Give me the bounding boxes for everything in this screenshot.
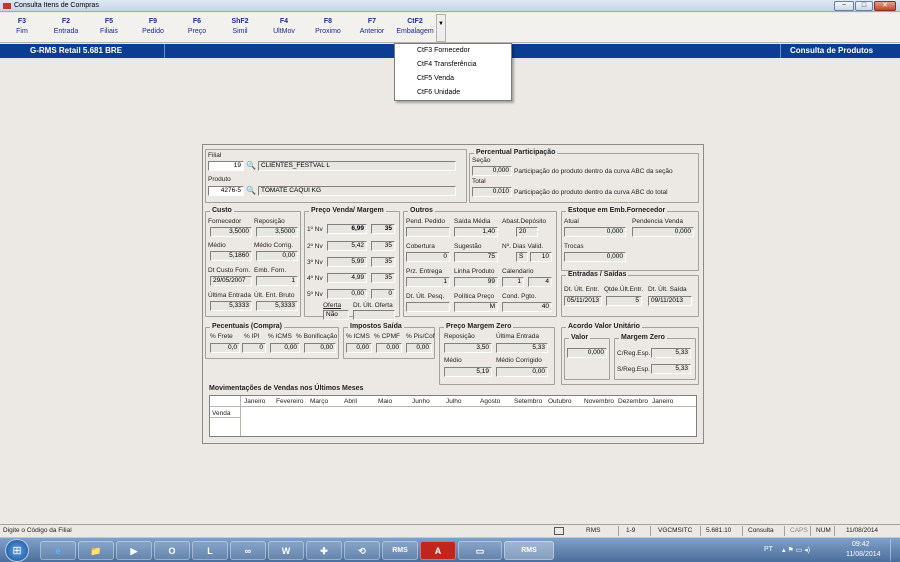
language-indicator[interactable]: PT — [764, 546, 773, 553]
status-message: Digite o Código da Filial — [3, 527, 72, 534]
participacao-group: Percentual Participação Seção 0,000 Part… — [469, 149, 699, 203]
preco-venda-group: Preço Venda/ Margem 1º Nv 6,99 35 2º Nv … — [304, 207, 400, 320]
sync-icon[interactable]: ⟲ — [344, 541, 380, 560]
tray-icons[interactable]: ▴ ⚑ ▭ ◂) — [782, 546, 810, 554]
menu-item-venda[interactable]: CtF5 Venda — [417, 75, 454, 87]
toolbar-button-proximo[interactable]: F8 Proximo — [306, 15, 350, 41]
binoculars-icon[interactable]: 🔍 — [246, 186, 256, 195]
toolbar-button-filiais[interactable]: F5 Filiais — [87, 15, 131, 41]
toolbar-button-embalagem[interactable]: CtF2 Embalagem — [393, 15, 437, 41]
menu-item-fornecedor[interactable]: CtF3 Fornecedor — [417, 47, 470, 59]
internet-explorer-icon[interactable]: e — [40, 541, 76, 560]
minimize-button[interactable]: − — [834, 1, 854, 11]
row-label-venda: Venda — [212, 410, 231, 417]
embalagem-dropdown-menu: CtF3 Fornecedor CtF4 Transferência CtF5 … — [394, 43, 512, 101]
chevron-down-icon[interactable]: ▼ — [436, 14, 446, 42]
lync-icon[interactable]: L — [192, 541, 228, 560]
movimentacoes-table[interactable]: Janeiro Fevereiro Março Abril Maio Junho… — [209, 395, 697, 437]
entradas-saidas-group: Entradas / Saídas Dt. Últ. Entr. Qtde.Úl… — [561, 271, 699, 317]
toolbar-button-preco[interactable]: F6 Preço — [175, 15, 219, 41]
status-bar: Digite o Código da Filial RMS 1-9 VGCMSI… — [0, 524, 900, 536]
app-icon — [3, 3, 11, 9]
filial-code-input[interactable]: 19 — [208, 161, 244, 171]
clock-date[interactable]: 11/08/2014 — [846, 551, 881, 558]
margem-zero-subgroup: Margem Zero C/Reg.Esp. 5,33 S/Reg.Esp. 5… — [614, 334, 696, 380]
window-title: Consulta Itens de Compras — [14, 2, 99, 9]
preco-margem-zero-group: Preço Margem Zero Reposição Última Entra… — [439, 323, 555, 385]
menu-item-unidade[interactable]: CtF6 Unidade — [417, 89, 460, 101]
word-icon[interactable]: W — [268, 541, 304, 560]
toolbar-button-pedido[interactable]: F9 Pedido — [131, 15, 175, 41]
folder-icon[interactable]: 📁 — [78, 541, 114, 560]
windows-taskbar: ⊞ e 📁 ▶ O L ∞ W ✚ ⟲ RMS A ▭ RMS PT ▴ ⚑ ▭… — [0, 537, 900, 562]
toolbar-button-ultmov[interactable]: F4 UltMov — [262, 15, 306, 41]
title-bar: Consulta Itens de Compras − □ ✕ — [0, 0, 900, 12]
screen-name-label: Consulta de Produtos — [790, 46, 874, 55]
installer-icon[interactable]: ✚ — [306, 541, 342, 560]
outros-group: Outros Pend. Pedido Saída Média Abast.De… — [403, 207, 557, 317]
rms-app-icon[interactable]: RMS — [382, 541, 418, 560]
product-query-panel: Filial 19 🔍 CLIENTES_FESTVAL L Produto 4… — [202, 144, 704, 444]
secao-value: 0,000 — [472, 166, 512, 176]
toolbar-button-entrada[interactable]: F2 Entrada — [44, 15, 88, 41]
start-button[interactable]: ⊞ — [5, 539, 29, 562]
pdf-reader-icon[interactable]: A — [420, 541, 456, 560]
filial-produto-group: Filial 19 🔍 CLIENTES_FESTVAL L Produto 4… — [205, 149, 467, 203]
percentuais-compra-group: Pecentuais (Compra) % Frete % IPI % ICMS… — [205, 323, 339, 359]
app-icon[interactable]: ∞ — [230, 541, 266, 560]
binoculars-icon[interactable]: 🔍 — [246, 161, 256, 170]
estoque-group: Estoque em Emb.Fornecedor Atual Pendenci… — [561, 207, 699, 271]
close-button[interactable]: ✕ — [874, 1, 896, 11]
outlook-icon[interactable]: O — [154, 541, 190, 560]
valor-subgroup: Valor 0,000 — [564, 334, 610, 380]
menu-item-transferencia[interactable]: CtF4 Transferência — [417, 61, 477, 73]
total-value: 0,010 — [472, 187, 512, 197]
toolbar-button-simil[interactable]: ShF2 Simil — [218, 15, 262, 41]
maximize-button[interactable]: □ — [855, 1, 873, 11]
toolbar-button-fim[interactable]: F3 Fim — [0, 15, 44, 41]
clock-time[interactable]: 09:42 — [852, 541, 870, 548]
function-toolbar: F3 Fim F2 Entrada F5 Filiais F9 Pedido F6 Pre… — [0, 13, 900, 43]
acordo-valor-group: Acordo Valor Unitário Valor 0,000 Margem… — [561, 323, 699, 385]
window-icon — [554, 527, 564, 535]
show-desktop-button[interactable] — [890, 539, 898, 561]
window-icon[interactable]: ▭ — [458, 541, 502, 560]
filial-name-field: CLIENTES_FESTVAL L — [258, 161, 456, 171]
toolbar-button-anterior[interactable]: F7 Anterior — [350, 15, 394, 41]
produto-name-field: TOMATE CAQUI KG — [258, 186, 456, 196]
rms-active-window[interactable]: RMS — [504, 541, 554, 560]
impostos-saida-group: Impostos Saída % ICMS % CPMF % Pis/Cof 0… — [343, 323, 435, 359]
produto-code-input[interactable]: 4276-5 — [208, 186, 244, 196]
app-version-label: G-RMS Retail 5.681 BRE — [30, 46, 123, 55]
media-player-icon[interactable]: ▶ — [116, 541, 152, 560]
custo-group: Custo Fornecedor Reposição 3,5000 3,5000… — [205, 207, 301, 317]
